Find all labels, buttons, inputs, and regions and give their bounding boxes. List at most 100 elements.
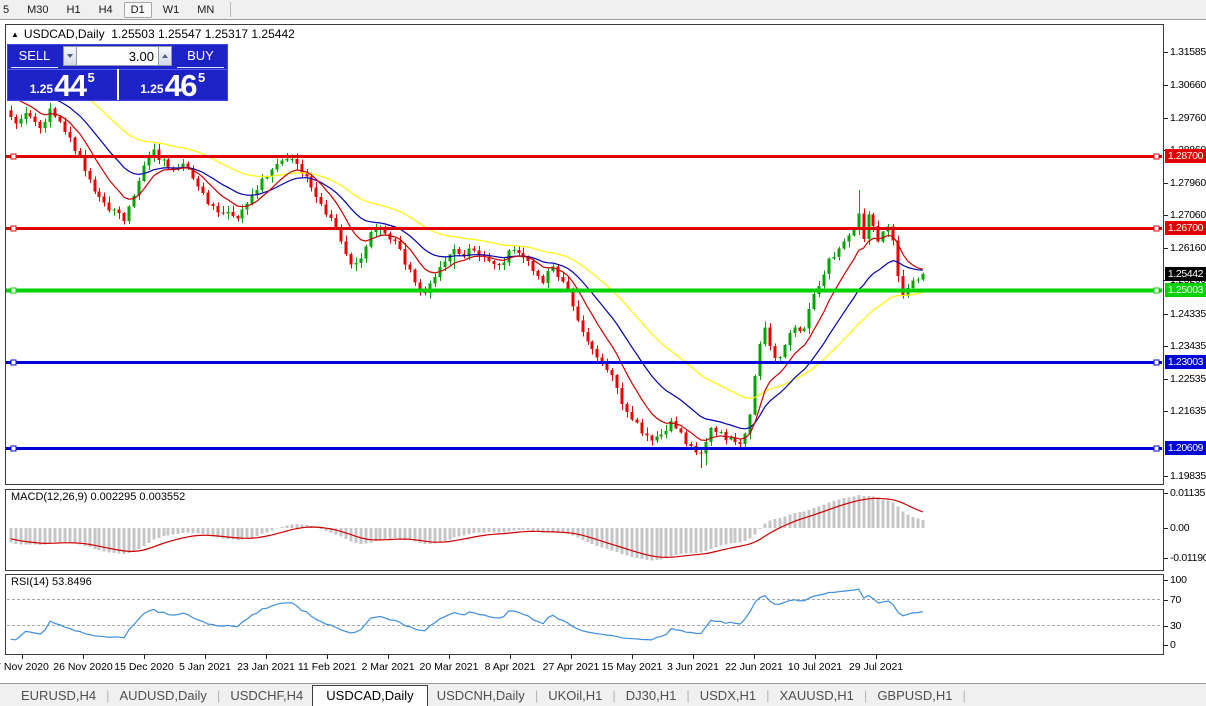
line-handle[interactable] xyxy=(1153,445,1160,452)
level-price-label: 1.26700 xyxy=(1165,221,1206,235)
tab-usdcad-daily[interactable]: USDCAD,Daily xyxy=(312,684,428,706)
tab-usdcnh-daily[interactable]: USDCNH,Daily xyxy=(428,686,534,705)
rsi-axis-tick xyxy=(1164,599,1168,601)
volume-input[interactable] xyxy=(77,46,158,66)
tab-separator: | xyxy=(534,687,539,703)
level-price-label: 1.20609 xyxy=(1165,441,1206,455)
timeframe-button-mn[interactable]: MN xyxy=(190,2,221,18)
rsi-label: RSI(14) 53.8496 xyxy=(11,576,92,588)
line-handle[interactable] xyxy=(10,359,17,366)
rsi-axis-label: 100 xyxy=(1170,574,1187,586)
rsi-axis-tick xyxy=(1164,580,1168,581)
sell-price-prefix: 1.25 xyxy=(29,82,54,96)
line-handle[interactable] xyxy=(1153,153,1160,160)
triangle-up-icon xyxy=(162,54,168,58)
line-handle[interactable] xyxy=(10,287,17,294)
price-axis-tick xyxy=(1164,411,1168,412)
price-axis-tick xyxy=(1164,215,1168,216)
price-axis-label: 1.27960 xyxy=(1170,177,1206,189)
price-axis-label: 1.31585 xyxy=(1170,46,1206,58)
price-axis-label: 1.21635 xyxy=(1170,405,1206,417)
tab-audusd-daily[interactable]: AUDUSD,Daily xyxy=(111,686,216,705)
sell-button[interactable]: SELL xyxy=(8,45,61,68)
chart-tab-bar: EURUSD,H4 | AUDUSD,Daily | USDCHF,H4 USDCAD,D… xyxy=(0,683,1206,706)
time-axis-tick xyxy=(327,655,328,659)
level-price-label: 1.28700 xyxy=(1165,149,1206,163)
tab-separator: | xyxy=(686,687,690,703)
tab-gbpusd-h1[interactable]: GBPUSD,H1 xyxy=(868,686,961,705)
time-axis-label: 22 Jun 2021 xyxy=(725,661,783,673)
time-axis-label: 5 Jan 2021 xyxy=(179,661,231,673)
chart-ohlc-values: 1.25503 1.25547 1.25317 1.25442 xyxy=(111,27,295,41)
rsi-axis-label: 0 xyxy=(1170,639,1176,651)
price-axis-label: 1.26160 xyxy=(1170,242,1206,254)
line-handle[interactable] xyxy=(10,225,17,232)
rsi-line xyxy=(10,588,923,641)
time-axis-tick xyxy=(205,655,206,659)
line-handle[interactable] xyxy=(1153,359,1160,366)
rsi-axis-tick xyxy=(1164,645,1168,646)
rsi-chart[interactable] xyxy=(6,575,1163,654)
volume-increase-button[interactable] xyxy=(158,46,172,66)
sell-price-button[interactable]: 1.25 44 5 xyxy=(8,67,117,103)
tab-ukoil-h1[interactable]: UKOil,H1 xyxy=(539,686,611,705)
volume-decrease-button[interactable] xyxy=(63,46,77,66)
macd-axis-label: -0.01190 xyxy=(1170,552,1206,564)
time-axis-label: 23 Jan 2021 xyxy=(237,661,295,673)
price-axis-tick xyxy=(1164,346,1168,347)
buy-price-button[interactable]: 1.25 46 5 xyxy=(118,67,227,103)
buy-price-big: 46 xyxy=(164,67,198,103)
time-axis-tick xyxy=(510,655,511,659)
tab-eurusd-h4[interactable]: EURUSD,H4 xyxy=(12,686,105,705)
time-axis-tick xyxy=(144,655,145,659)
trade-panel: SELL BUY 1.25445 1.25465 xyxy=(7,44,228,101)
price-axis-tick xyxy=(1164,85,1168,86)
level-price-label: 1.25003 xyxy=(1165,283,1206,297)
price-axis-tick xyxy=(1164,314,1168,315)
time-axis-tick xyxy=(83,655,84,659)
tab-usdx-h1[interactable]: USDX,H1 xyxy=(691,686,765,705)
chart-symbol-label: USDCAD,Daily xyxy=(23,27,105,41)
timeframe-button-m30[interactable]: M30 xyxy=(20,2,55,18)
tab-separator: | xyxy=(612,687,616,703)
time-axis-tick xyxy=(693,655,694,659)
sell-price-sup: 5 xyxy=(87,70,95,85)
time-axis-label: 7 Nov 2020 xyxy=(0,661,49,673)
price-axis-label: 1.30660 xyxy=(1170,79,1206,91)
line-handle[interactable] xyxy=(1153,287,1160,294)
time-axis-label: 2 Mar 2021 xyxy=(361,661,415,673)
macd-label: MACD(12,26,9) 0.002295 0.003552 xyxy=(11,491,186,503)
time-axis-tick xyxy=(754,655,755,659)
macd-histogram xyxy=(9,495,925,561)
tab-usdchf-h4[interactable]: USDCHF,H4 xyxy=(221,686,312,705)
tab-separator: | xyxy=(962,687,966,703)
buy-price-prefix: 1.25 xyxy=(140,82,164,96)
time-axis-label: 15 Dec 2020 xyxy=(114,661,174,673)
timeframe-button-h4[interactable]: H4 xyxy=(92,2,120,18)
tab-dj30-h1[interactable]: DJ30,H1 xyxy=(617,686,686,705)
time-axis-label: 27 Apr 2021 xyxy=(542,661,600,673)
chart-title: ▲ USDCAD,Daily 1.25503 1.25547 1.25317 1.… xyxy=(11,27,295,41)
line-handle[interactable] xyxy=(10,153,17,160)
toolbar-separator xyxy=(230,2,232,17)
time-axis-label: 3 Jun 2021 xyxy=(667,661,719,673)
buy-button[interactable]: BUY xyxy=(174,45,227,68)
timeframe-button-w1[interactable]: W1 xyxy=(156,2,187,18)
timeframe-button-5[interactable]: 5 xyxy=(0,2,16,18)
macd-axis-label: 0.00 xyxy=(1170,522,1190,534)
line-handle[interactable] xyxy=(10,445,17,452)
volume-spinner xyxy=(61,45,174,68)
sell-price-big: 44 xyxy=(54,67,87,103)
collapse-chart-icon[interactable]: ▲ xyxy=(11,30,19,39)
price-axis-tick xyxy=(1164,476,1168,477)
timeframe-button-h1[interactable]: H1 xyxy=(60,2,88,18)
line-handle[interactable] xyxy=(1153,225,1160,232)
tab-xauusd-h1[interactable]: XAUUSD,H1 xyxy=(771,686,863,705)
time-axis-label: 11 Feb 2021 xyxy=(297,661,357,673)
rsi-axis-label: 30 xyxy=(1170,619,1182,632)
timeframe-button-d1[interactable]: D1 xyxy=(123,1,152,18)
time-axis-tick xyxy=(815,655,816,659)
price-axis-label: 1.24335 xyxy=(1170,308,1206,320)
price-axis-label: 1.27060 xyxy=(1170,209,1206,221)
price-axis-tick xyxy=(1164,183,1168,184)
